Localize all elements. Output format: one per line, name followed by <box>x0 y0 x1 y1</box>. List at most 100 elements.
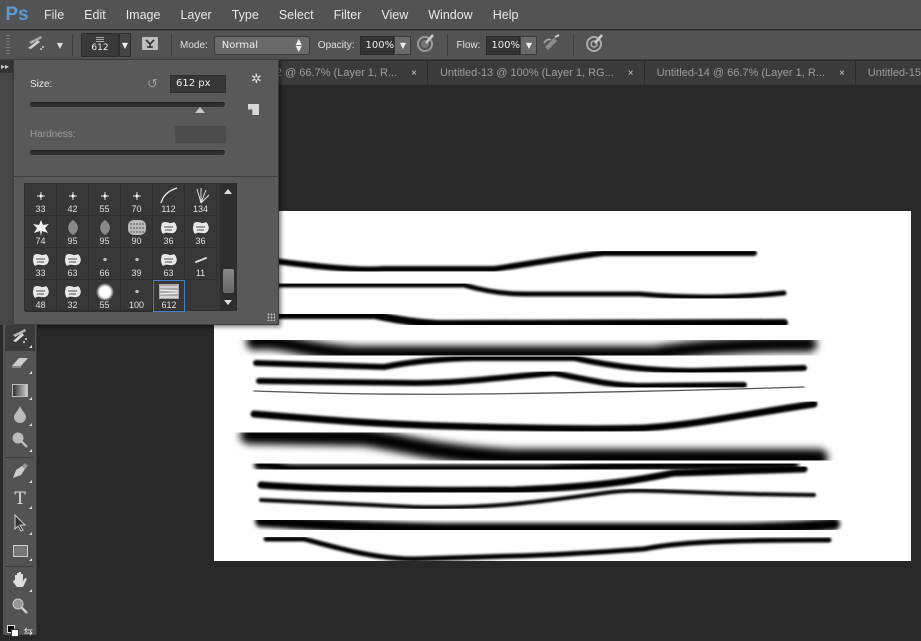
brush-size-label: 33 <box>35 204 46 214</box>
default-colors-icon[interactable] <box>7 625 19 637</box>
mode-select[interactable]: Normal ▲ ▼ <box>213 35 310 55</box>
size-slider-thumb[interactable] <box>194 107 205 113</box>
brush-preset-leaf-round[interactable]: 95 <box>57 216 89 248</box>
brush-preset-splat[interactable]: 48 <box>25 280 57 312</box>
tab-close-icon[interactable]: × <box>628 68 634 79</box>
brush-star-icon <box>126 187 148 204</box>
tool-rectangle[interactable] <box>5 538 35 564</box>
hardness-input <box>175 126 226 143</box>
scrollbar-thumb[interactable] <box>223 269 234 293</box>
brush-preset-dash[interactable]: 11 <box>185 248 217 280</box>
document-canvas[interactable] <box>214 211 911 562</box>
brush-preset-texture[interactable]: 90 <box>121 216 153 248</box>
brush-preset-arc[interactable]: 112 <box>153 184 185 216</box>
size-input[interactable]: 612 px <box>170 75 226 93</box>
separator <box>6 457 33 458</box>
flow-caret-icon[interactable]: ▼ <box>520 35 538 55</box>
brush-preset-star[interactable]: 70 <box>121 184 153 216</box>
submenu-indicator <box>29 449 32 452</box>
reset-size-icon[interactable]: ↺ <box>147 77 158 92</box>
brush-panel-toggle-button[interactable] <box>139 34 161 56</box>
tab-untitled-13[interactable]: Untitled-13 @ 100% (Layer 1, RG... × <box>427 61 645 85</box>
menu-help[interactable]: Help <box>483 8 529 22</box>
menu-type[interactable]: Type <box>222 8 269 22</box>
pressure-opacity-button[interactable] <box>415 34 437 56</box>
brush-preset-picker-panel: Size: ↺ 612 px ✲ Hardness: 33 42 55 70 112 13… <box>13 59 279 325</box>
scroll-down-icon[interactable] <box>224 300 232 305</box>
brush-preset-leaf-round[interactable]: 95 <box>89 216 121 248</box>
brush-preset-splat[interactable]: 36 <box>185 216 217 248</box>
menu-image[interactable]: Image <box>116 8 171 22</box>
brush-preset-star[interactable]: 42 <box>57 184 89 216</box>
flow-input[interactable]: 100% <box>486 35 521 55</box>
color-swatches[interactable]: ⇆ <box>5 621 35 641</box>
menu-filter[interactable]: Filter <box>324 8 372 22</box>
brush-preset-picker[interactable]: 612 <box>81 33 119 57</box>
tool-path-selection[interactable] <box>5 512 35 538</box>
tab-close-icon[interactable]: × <box>839 68 845 79</box>
tool-hand[interactable] <box>5 569 35 595</box>
gear-icon[interactable]: ✲ <box>251 72 262 87</box>
swap-colors-icon[interactable]: ⇆ <box>24 625 33 638</box>
tool-preset-picker[interactable] <box>18 34 54 56</box>
tab-label: -12 @ 66.7% (Layer 1, R... <box>266 67 398 79</box>
tool-eraser[interactable] <box>5 351 35 377</box>
brush-preset-splat[interactable]: 33 <box>25 248 57 280</box>
brush-preset-lines[interactable]: 612 <box>153 280 185 312</box>
tab-untitled-15[interactable]: Untitled-15 <box>855 61 921 85</box>
new-preset-icon[interactable] <box>248 104 259 115</box>
preset-scrollbar[interactable] <box>220 184 237 310</box>
brush-preset-splat[interactable]: 36 <box>153 216 185 248</box>
tool-preset-caret-icon[interactable]: ▼ <box>54 41 66 50</box>
opacity-input[interactable]: 100% <box>360 35 395 55</box>
brush-preset-grass[interactable]: 134 <box>185 184 217 216</box>
menu-layer[interactable]: Layer <box>170 8 221 22</box>
tab-untitled-14[interactable]: Untitled-14 @ 66.7% (Layer 1, R... × <box>644 61 856 85</box>
expand-panels-icon[interactable]: ▸▸ <box>0 60 13 73</box>
brush-preset-spray[interactable]: 39 <box>121 248 153 280</box>
tool-pen[interactable] <box>5 460 35 486</box>
pressure-size-button[interactable] <box>584 34 606 56</box>
brush-preset-star[interactable]: 55 <box>89 184 121 216</box>
tool-dodge[interactable] <box>5 429 35 455</box>
brush-preset-leaf[interactable]: 74 <box>25 216 57 248</box>
path-selection-arrow-icon <box>13 513 27 536</box>
brush-preset-spray[interactable]: 100 <box>121 280 153 312</box>
separator <box>72 34 73 56</box>
menu-file[interactable]: File <box>34 8 74 22</box>
brush-preset-star[interactable]: 33 <box>25 184 57 216</box>
brush-preset-splat[interactable]: 63 <box>57 248 89 280</box>
tool-blur[interactable] <box>5 403 35 429</box>
scroll-up-icon[interactable] <box>224 189 232 194</box>
menu-window[interactable]: Window <box>418 8 482 22</box>
tool-gradient[interactable] <box>5 377 35 403</box>
brush-arc-icon <box>158 187 180 204</box>
options-bar-grip[interactable] <box>6 35 10 55</box>
submenu-indicator <box>29 423 32 426</box>
tool-type[interactable]: T <box>5 486 35 512</box>
brush-leaf-icon <box>30 219 52 236</box>
brush-preset-splat[interactable]: 32 <box>57 280 89 312</box>
tab-untitled-12[interactable]: -12 @ 66.7% (Layer 1, R... × <box>262 61 428 85</box>
opacity-caret-icon[interactable]: ▼ <box>394 35 412 55</box>
tool-zoom[interactable] <box>5 595 35 621</box>
brush-preset-soft-round[interactable]: 55 <box>89 280 121 312</box>
menu-select[interactable]: Select <box>269 8 324 22</box>
brush-preset-spray[interactable]: 66 <box>89 248 121 280</box>
menu-view[interactable]: View <box>371 8 418 22</box>
brush-preset-splat[interactable]: 63 <box>153 248 185 280</box>
airbrush-button[interactable] <box>541 34 563 56</box>
menu-edit[interactable]: Edit <box>74 8 116 22</box>
tool-mixer-brush[interactable] <box>5 325 35 351</box>
tab-label: Untitled-15 <box>867 67 921 79</box>
brush-size-label: 11 <box>195 268 206 278</box>
tab-close-icon[interactable]: × <box>411 68 417 79</box>
brush-splat-icon <box>62 251 84 268</box>
brush-size-label: 42 <box>67 204 78 214</box>
panel-resize-grip-icon[interactable] <box>267 313 275 321</box>
brush-size-label: 36 <box>163 236 174 246</box>
brush-size-label: 66 <box>99 268 110 278</box>
brush-size-value: 612 <box>91 43 109 53</box>
brush-picker-caret-icon[interactable]: ▼ <box>119 33 131 57</box>
brush-dash-icon <box>190 251 212 268</box>
